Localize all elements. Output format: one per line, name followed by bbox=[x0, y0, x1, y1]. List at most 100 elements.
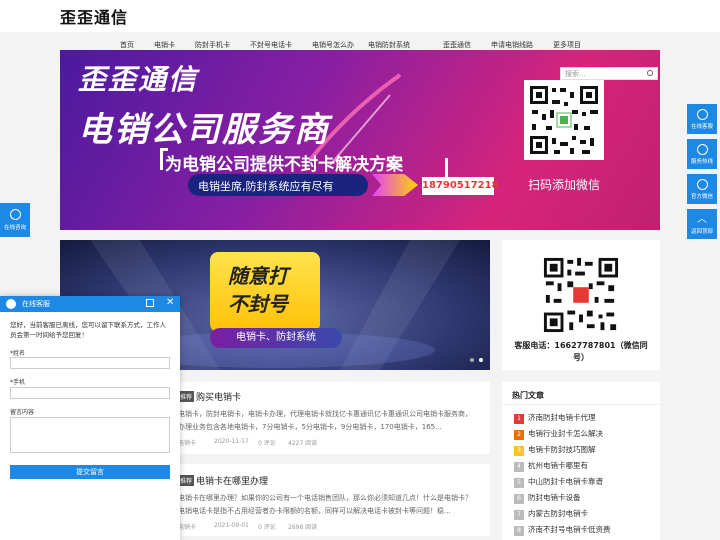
search-input[interactable]: 搜索... bbox=[560, 67, 658, 80]
avatar bbox=[6, 299, 16, 309]
message-textarea[interactable] bbox=[10, 417, 170, 453]
post-tag: 推荐 bbox=[178, 391, 195, 402]
name-label: *姓名 bbox=[10, 350, 26, 357]
post-excerpt: 电销卡，防封电销卡，电销卡办理，代理电销卡就找亿卡惠通讯亿卡惠通讯公司电销卡服务… bbox=[178, 410, 472, 431]
hot-article-item[interactable]: 1 济南防封电销卡代理 bbox=[514, 412, 596, 424]
float-label: 返回顶部 bbox=[690, 229, 713, 235]
headset-icon bbox=[9, 209, 21, 220]
post-date: 2020-11-17 bbox=[214, 438, 249, 445]
hot-article-label: 电销卡防封技巧图解 bbox=[528, 445, 596, 454]
site-header: 歪歪通信 bbox=[0, 0, 720, 32]
hot-article-item[interactable]: 3 电销卡防封技巧图解 bbox=[514, 444, 596, 456]
contact-card: 客服电话：16627787801（微信同号） bbox=[502, 240, 660, 370]
submit-message-button[interactable]: 提交留言 bbox=[10, 465, 170, 479]
hot-article-item[interactable]: 5 中山防封卡电销卡靠谱 bbox=[514, 476, 603, 488]
post-title[interactable]: 电销卡在哪里办理 bbox=[196, 474, 268, 487]
carousel-dot-2[interactable] bbox=[479, 358, 483, 362]
nav-item-more[interactable]: 更多项目 bbox=[553, 40, 581, 50]
float-hotline[interactable]: 服务热线 bbox=[687, 139, 717, 169]
banner-brand-title: 歪歪通信 bbox=[78, 63, 199, 96]
contact-phone-text: 客服电话：16627787801（微信同号） bbox=[514, 341, 648, 362]
chat-panel-title: 在线客服 bbox=[22, 300, 50, 308]
rank-badge: 5 bbox=[514, 478, 524, 488]
hot-article-label: 中山防封卡电销卡靠谱 bbox=[528, 477, 603, 486]
post-date: 2021-09-01 bbox=[214, 522, 249, 529]
banner-phone: 18790517218 bbox=[422, 177, 499, 195]
post-excerpt: 电销卡在哪里办理？如果你的公司有一个电话销售团队，那么你必须知道几点！什么是电销… bbox=[178, 494, 472, 515]
banner-subtitle: 为电销公司提供不封卡解决方案 bbox=[165, 155, 403, 175]
rank-badge: 3 bbox=[514, 446, 524, 456]
wechat-qr-code bbox=[524, 80, 604, 160]
close-icon[interactable]: ✕ bbox=[166, 297, 174, 308]
phone-label: *手机 bbox=[10, 379, 26, 386]
post-reads: 2698 阅读 bbox=[288, 524, 318, 531]
phone-field[interactable] bbox=[10, 387, 170, 399]
float-label: 官方微信 bbox=[690, 194, 713, 200]
hot-article-item[interactable]: 4 杭州电销卡哪里有 bbox=[514, 460, 588, 472]
post-reads: 4227 阅读 bbox=[288, 440, 318, 447]
promo-line-2: 不封号 bbox=[228, 292, 288, 316]
chat-panel-header: 在线客服 ✕ bbox=[0, 296, 180, 312]
float-label: 服务热线 bbox=[690, 159, 713, 165]
float-back-to-top[interactable]: ︿ 返回顶部 bbox=[687, 209, 717, 239]
hot-article-label: 防封电销卡设备 bbox=[528, 493, 581, 502]
hot-article-item[interactable]: 8 济南不封号电销卡低资费 bbox=[514, 524, 611, 536]
post-category[interactable]: 电销卡 bbox=[178, 522, 196, 531]
nav-item-blocked-help[interactable]: 电销号怎么办 bbox=[312, 40, 354, 50]
post-card[interactable]: 推荐 电销卡在哪里办理 电销卡在哪里办理？如果你的公司有一个电话销售团队，那么你… bbox=[178, 464, 490, 536]
search-icon[interactable] bbox=[647, 70, 653, 76]
hero-banner[interactable]: 歪歪通信 电销公司服务商 为电销公司提供不封卡解决方案 电销坐席,防封系统应有尽… bbox=[60, 50, 660, 230]
hot-articles-title: 热门文章 bbox=[512, 391, 544, 400]
rank-badge: 7 bbox=[514, 510, 524, 520]
divider bbox=[502, 404, 660, 405]
float-online-service[interactable]: 在线客服 bbox=[687, 104, 717, 134]
post-title[interactable]: 购买电销卡 bbox=[196, 390, 241, 403]
carousel-dot-1[interactable] bbox=[470, 358, 474, 362]
hot-article-item[interactable]: 2 电销行业封卡怎么解决 bbox=[514, 428, 603, 440]
message-label: 留言内容 bbox=[10, 409, 35, 416]
online-consult-label: 在线咨询 bbox=[3, 225, 26, 231]
post-category[interactable]: 电销卡 bbox=[178, 438, 196, 447]
float-wechat[interactable]: 官方微信 bbox=[687, 174, 717, 204]
promo-line-1: 随意打 bbox=[228, 264, 288, 288]
wechat-icon bbox=[696, 179, 708, 190]
chat-panel: 在线客服 ✕ 您好，当前客服已离线，您可以留下联系方式，工作人员会第一时间给予您… bbox=[0, 296, 180, 540]
hot-article-label: 济南防封电销卡代理 bbox=[528, 413, 596, 422]
rank-badge: 6 bbox=[514, 494, 524, 504]
post-card[interactable]: 推荐 购买电销卡 电销卡，防封电销卡，电销卡办理，代理电销卡就找亿卡惠通讯亿卡惠… bbox=[178, 382, 490, 454]
hot-article-item[interactable]: 7 内蒙古防封电销卡 bbox=[514, 508, 588, 520]
arrow-up-icon: ︿ bbox=[697, 214, 707, 225]
nav-item-antiblock-sim[interactable]: 防封手机卡 bbox=[195, 40, 230, 50]
chat-offline-message: 您好，当前客服已离线，您可以留下联系方式，工作人员会第一时间给予您回复！ bbox=[10, 321, 166, 339]
phone-icon bbox=[696, 144, 708, 155]
hot-articles-widget: 热门文章 1 济南防封电销卡代理 2 电销行业封卡怎么解决 3 电销卡防封技巧图解 4 杭州电… bbox=[502, 382, 660, 540]
promo-pill: 电销卡、防封系统 bbox=[210, 328, 342, 348]
hot-article-item[interactable]: 6 防封电销卡设备 bbox=[514, 492, 581, 504]
post-comments: 0 评论 bbox=[258, 440, 276, 447]
hot-article-label: 内蒙古防封电销卡 bbox=[528, 509, 588, 518]
site-logo[interactable]: 歪歪通信 bbox=[60, 4, 128, 28]
nav-item-waiwai[interactable]: 歪歪通信 bbox=[443, 40, 471, 50]
contact-qr-code bbox=[542, 256, 620, 334]
post-tag: 推荐 bbox=[178, 475, 195, 486]
headset-icon bbox=[696, 109, 708, 120]
nav-item-sales-card[interactable]: 电销卡 bbox=[154, 40, 175, 50]
hot-article-label: 电销行业封卡怎么解决 bbox=[528, 429, 603, 438]
banner-feature-pill: 电销坐席,防封系统应有尽有 bbox=[188, 174, 368, 196]
rank-badge: 2 bbox=[514, 430, 524, 440]
qr-caption: 扫码添加微信 bbox=[527, 178, 600, 192]
arrow-icon bbox=[372, 174, 418, 196]
nav-item-apply-line[interactable]: 申请电销线路 bbox=[491, 40, 533, 50]
nav-item-home[interactable]: 首页 bbox=[120, 40, 134, 50]
nav-item-antiblock-system[interactable]: 电销防封系统 bbox=[368, 40, 410, 50]
minimize-icon[interactable] bbox=[146, 299, 154, 307]
name-field[interactable] bbox=[10, 357, 170, 369]
rank-badge: 8 bbox=[514, 526, 524, 536]
online-consult-tab[interactable]: 在线咨询 bbox=[0, 203, 30, 237]
main-nav: 首页 电销卡 防封手机卡 不封号电话卡 电销号怎么办 电销防封系统 歪歪通信 申… bbox=[0, 32, 720, 52]
rank-badge: 1 bbox=[514, 414, 524, 424]
banner-main-title: 电销公司服务商 bbox=[78, 110, 330, 150]
hot-article-label: 杭州电销卡哪里有 bbox=[528, 461, 588, 470]
hot-article-label: 济南不封号电销卡低资费 bbox=[528, 525, 611, 534]
nav-item-noblock-card[interactable]: 不封号电话卡 bbox=[250, 40, 292, 50]
